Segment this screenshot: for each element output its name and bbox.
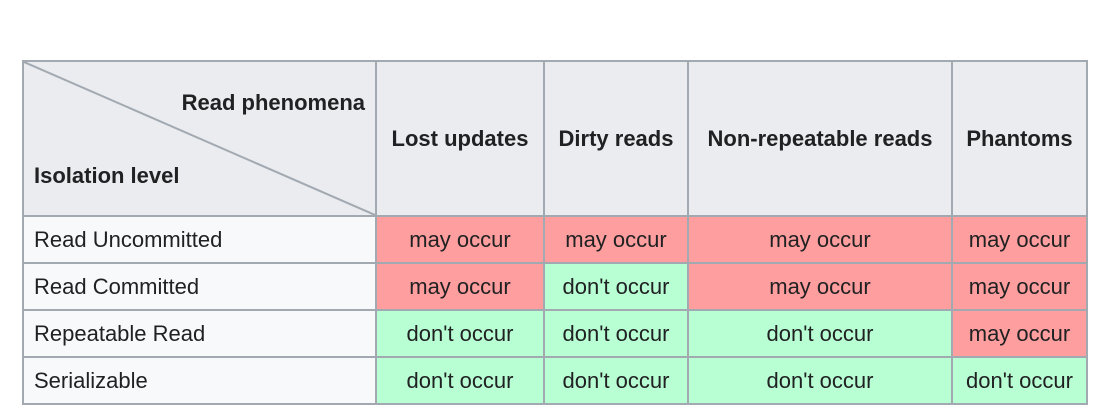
isolation-level-label: Isolation level xyxy=(34,163,180,188)
table-row: Read Uncommitted may occur may occur may… xyxy=(22,215,1088,264)
table-cell: may occur xyxy=(543,215,689,264)
table-cell: may occur xyxy=(687,262,953,311)
isolation-levels-table: Read phenomena Isolation level Lost upda… xyxy=(22,60,1088,405)
row-header-repeatable-read: Repeatable Read xyxy=(22,309,377,358)
table-cell: don't occur xyxy=(687,356,953,405)
column-header-non-repeatable-reads: Non-repeatable reads xyxy=(687,60,953,217)
table-cell: may occur xyxy=(951,309,1088,358)
table-cell: don't occur xyxy=(375,356,545,405)
header-row: Read phenomena Isolation level Lost upda… xyxy=(22,60,1088,217)
column-header-lost-updates: Lost updates xyxy=(375,60,545,217)
read-phenomena-label: Read phenomena xyxy=(181,90,365,115)
table-cell: may occur xyxy=(375,215,545,264)
table-cell: don't occur xyxy=(543,309,689,358)
table-row: Repeatable Read don't occur don't occur … xyxy=(22,309,1088,358)
table-row: Read Committed may occur don't occur may… xyxy=(22,262,1088,311)
table-cell: don't occur xyxy=(375,309,545,358)
table-cell: don't occur xyxy=(543,262,689,311)
table-cell: may occur xyxy=(687,215,953,264)
table-cell: may occur xyxy=(951,215,1088,264)
column-header-dirty-reads: Dirty reads xyxy=(543,60,689,217)
table-cell: may occur xyxy=(951,262,1088,311)
isolation-levels-table-wrapper: Read phenomena Isolation level Lost upda… xyxy=(22,60,1088,405)
diagonal-divider xyxy=(24,62,375,215)
corner-header-cell: Read phenomena Isolation level xyxy=(22,60,377,217)
table-cell: don't occur xyxy=(951,356,1088,405)
table-cell: don't occur xyxy=(543,356,689,405)
column-header-phantoms: Phantoms xyxy=(951,60,1088,217)
row-header-read-uncommitted: Read Uncommitted xyxy=(22,215,377,264)
table-row: Serializable don't occur don't occur don… xyxy=(22,356,1088,405)
table-cell: don't occur xyxy=(687,309,953,358)
table-cell: may occur xyxy=(375,262,545,311)
row-header-read-committed: Read Committed xyxy=(22,262,377,311)
row-header-serializable: Serializable xyxy=(22,356,377,405)
